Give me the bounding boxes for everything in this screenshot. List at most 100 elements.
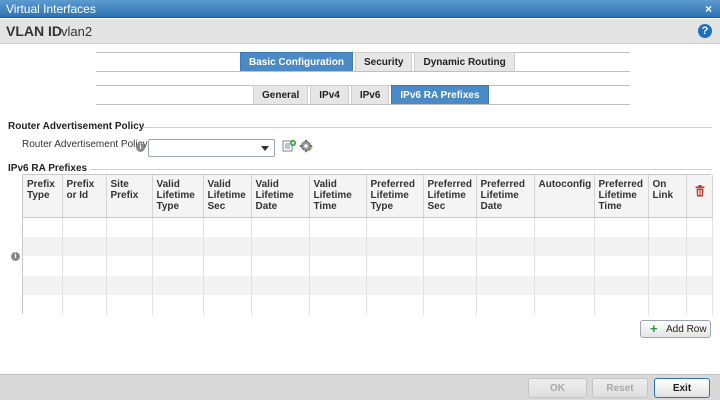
reset-button[interactable]: Reset (592, 378, 648, 398)
sub-tabs-bottom-rule (96, 104, 630, 105)
column-header[interactable]: Preferred Lifetime Date (476, 175, 535, 218)
table-cell (366, 256, 424, 276)
add-row-button[interactable]: + Add Row (640, 320, 711, 338)
table-cell (23, 217, 63, 237)
table-cell (203, 295, 252, 315)
column-header[interactable]: Autoconfig (534, 175, 595, 218)
edit-policy-icon[interactable] (299, 139, 313, 153)
window-title: Virtual Interfaces (6, 2, 96, 16)
tab-dynamic-routing[interactable]: Dynamic Routing (414, 52, 515, 71)
table-cell (251, 295, 310, 315)
table-cell (476, 256, 535, 276)
table-row (23, 256, 713, 276)
table-cell (62, 256, 107, 276)
table-cell (366, 217, 424, 237)
table-cell (534, 256, 595, 276)
table-cell (309, 236, 367, 256)
table-cell (534, 295, 595, 315)
trash-icon[interactable] (695, 185, 705, 197)
ipv6-ra-prefixes-table: Prefix Type Prefix or Id Site Prefix Val… (22, 174, 713, 315)
table-cell (366, 275, 424, 295)
table-cell (423, 275, 477, 295)
vlan-id-value: vlan2 (61, 24, 93, 39)
table-cell (309, 256, 367, 276)
table-cell (62, 275, 107, 295)
vlan-id-label: VLAN ID (6, 23, 62, 39)
delete-column-header[interactable] (686, 175, 713, 218)
table-cell (152, 275, 204, 295)
table-cell (152, 256, 204, 276)
create-policy-icon[interactable] (282, 139, 296, 153)
info-icon: i (136, 143, 145, 152)
table-cell (62, 295, 107, 315)
table-row (23, 275, 713, 295)
table-cell (309, 275, 367, 295)
table-cell (309, 295, 367, 315)
tab-ipv6-ra-prefixes[interactable]: IPv6 RA Prefixes (391, 85, 489, 104)
window-titlebar: Virtual Interfaces × (0, 0, 720, 18)
table-cell (476, 217, 535, 237)
table-cell (23, 256, 63, 276)
column-header[interactable]: Prefix Type (23, 175, 63, 218)
table-cell (476, 236, 535, 256)
table-cell (648, 295, 687, 315)
table-cell (106, 256, 153, 276)
table-cell (106, 236, 153, 256)
column-header[interactable]: Site Prefix (106, 175, 153, 218)
table-cell (648, 217, 687, 237)
router-advertisement-policy-select[interactable] (148, 139, 275, 157)
table-cell (366, 295, 424, 315)
table-header-row: Prefix Type Prefix or Id Site Prefix Val… (23, 175, 713, 218)
column-header[interactable]: Preferred Lifetime Type (366, 175, 424, 218)
table-cell (686, 256, 713, 276)
table-cell (23, 275, 63, 295)
table-cell (309, 217, 367, 237)
column-header[interactable]: Valid Lifetime Sec (203, 175, 252, 218)
tab-general[interactable]: General (253, 85, 309, 104)
table-cell (152, 295, 204, 315)
table-cell (594, 275, 649, 295)
tab-security[interactable]: Security (355, 52, 413, 71)
tab-ipv6[interactable]: IPv6 (350, 85, 390, 104)
table-cell (594, 256, 649, 276)
column-header[interactable]: On Link (648, 175, 687, 218)
table-cell (423, 236, 477, 256)
table-cell (152, 236, 204, 256)
tab-ipv4[interactable]: IPv4 (310, 85, 349, 104)
column-header[interactable]: Valid Lifetime Date (251, 175, 310, 218)
table-cell (686, 295, 713, 315)
table-cell (106, 295, 153, 315)
table-cell (366, 236, 424, 256)
table-cell (203, 236, 252, 256)
table-cell (251, 217, 310, 237)
help-icon[interactable]: ? (698, 24, 712, 38)
main-tabs-bottom-rule (96, 71, 630, 72)
column-header[interactable]: Preferred Lifetime Time (594, 175, 649, 218)
column-header[interactable]: Valid Lifetime Type (152, 175, 204, 218)
ok-button[interactable]: OK (528, 378, 587, 398)
vlan-header: VLAN ID vlan2 ? (0, 19, 720, 44)
column-header[interactable]: Prefix or Id (62, 175, 107, 218)
close-icon[interactable]: × (705, 0, 712, 18)
chevron-down-icon (261, 146, 269, 151)
table-cell (23, 295, 63, 315)
exit-button[interactable]: Exit (654, 378, 710, 398)
table-cell (423, 256, 477, 276)
tab-basic-configuration[interactable]: Basic Configuration (240, 52, 354, 71)
table-cell (106, 275, 153, 295)
table-cell (534, 275, 595, 295)
table-cell (251, 256, 310, 276)
table-cell (686, 236, 713, 256)
router-advertisement-section-title: Router Advertisement Policy (8, 121, 145, 132)
table-cell (62, 217, 107, 237)
plus-icon: + (650, 321, 658, 336)
table-cell (203, 256, 252, 276)
info-icon: i (11, 252, 20, 261)
table-cell (648, 275, 687, 295)
table-cell (648, 256, 687, 276)
table-row (23, 217, 713, 237)
table-cell (23, 236, 63, 256)
column-header[interactable]: Valid Lifetime Time (309, 175, 367, 218)
add-row-label: Add Row (666, 324, 707, 335)
column-header[interactable]: Preferred Lifetime Sec (423, 175, 477, 218)
